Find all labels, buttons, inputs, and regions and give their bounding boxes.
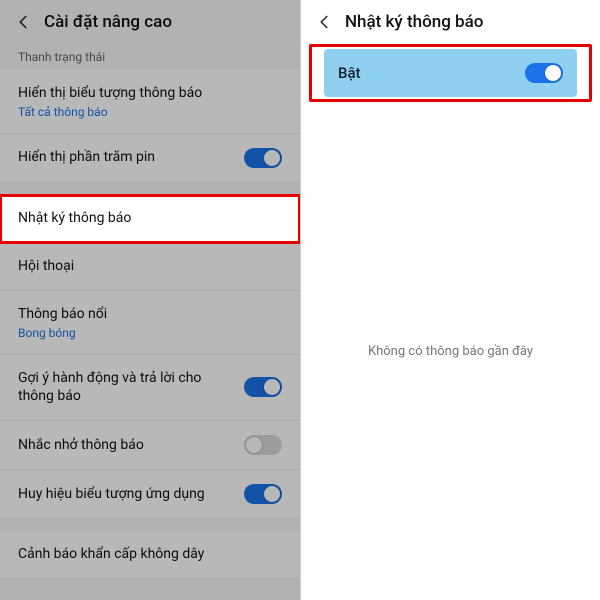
toggle-enable-log[interactable] — [525, 63, 563, 83]
toggle-app-badge[interactable] — [244, 484, 282, 504]
row-enable-log[interactable]: Bật — [324, 49, 577, 97]
row-label: Gợi ý hành động và trả lời cho thông báo — [18, 369, 234, 407]
row-conversation[interactable]: Hội thoại — [0, 243, 300, 291]
row-label: Nhắc nhở thông báo — [18, 436, 234, 455]
header: Nhật ký thông báo — [301, 0, 600, 40]
highlight-box: Bật — [309, 44, 592, 102]
page-title: Nhật ký thông báo — [345, 12, 483, 32]
row-suggest-actions[interactable]: Gợi ý hành động và trả lời cho thông báo — [0, 355, 300, 422]
row-floating-notif[interactable]: Thông báo nổi Bong bóng — [0, 291, 300, 355]
notification-log-screen: Nhật ký thông báo Bật Không có thông báo… — [300, 0, 600, 600]
header: Cài đặt nâng cao — [0, 0, 300, 40]
row-show-notif-icons[interactable]: Hiển thị biểu tượng thông báo Tất cả thô… — [0, 70, 300, 134]
row-wireless-emergency[interactable]: Cảnh báo khẩn cấp không dây — [0, 531, 300, 579]
row-label: Hiển thị phần trăm pin — [18, 148, 234, 167]
row-notif-reminder[interactable]: Nhắc nhở thông báo — [0, 421, 300, 470]
row-notification-log[interactable]: Nhật ký thông báo — [0, 195, 300, 243]
toggle-suggest-actions[interactable] — [244, 377, 282, 397]
page-title: Cài đặt nâng cao — [44, 12, 172, 32]
toggle-battery-percent[interactable] — [244, 148, 282, 168]
row-battery-percent[interactable]: Hiển thị phần trăm pin — [0, 134, 300, 183]
row-label: Cảnh báo khẩn cấp không dây — [18, 545, 282, 564]
row-sub: Tất cả thông báo — [18, 105, 282, 119]
row-label: Hội thoại — [18, 257, 282, 276]
empty-message: Không có thông báo gần đây — [368, 344, 533, 359]
row-label: Thông báo nổi — [18, 305, 282, 324]
row-label: Nhật ký thông báo — [18, 209, 282, 228]
section-status-bar: Thanh trạng thái — [0, 40, 300, 70]
empty-state: Không có thông báo gần đây — [301, 102, 600, 600]
row-app-badge[interactable]: Huy hiệu biểu tượng ứng dụng — [0, 470, 300, 519]
toggle-notif-reminder[interactable] — [244, 435, 282, 455]
advanced-settings-screen: Cài đặt nâng cao Thanh trạng thái Hiển t… — [0, 0, 300, 600]
row-sub: Bong bóng — [18, 326, 282, 340]
back-icon[interactable] — [14, 12, 34, 32]
back-icon[interactable] — [315, 12, 335, 32]
row-label: Hiển thị biểu tượng thông báo — [18, 84, 282, 103]
row-label: Bật — [338, 64, 361, 82]
row-label: Huy hiệu biểu tượng ứng dụng — [18, 485, 234, 504]
